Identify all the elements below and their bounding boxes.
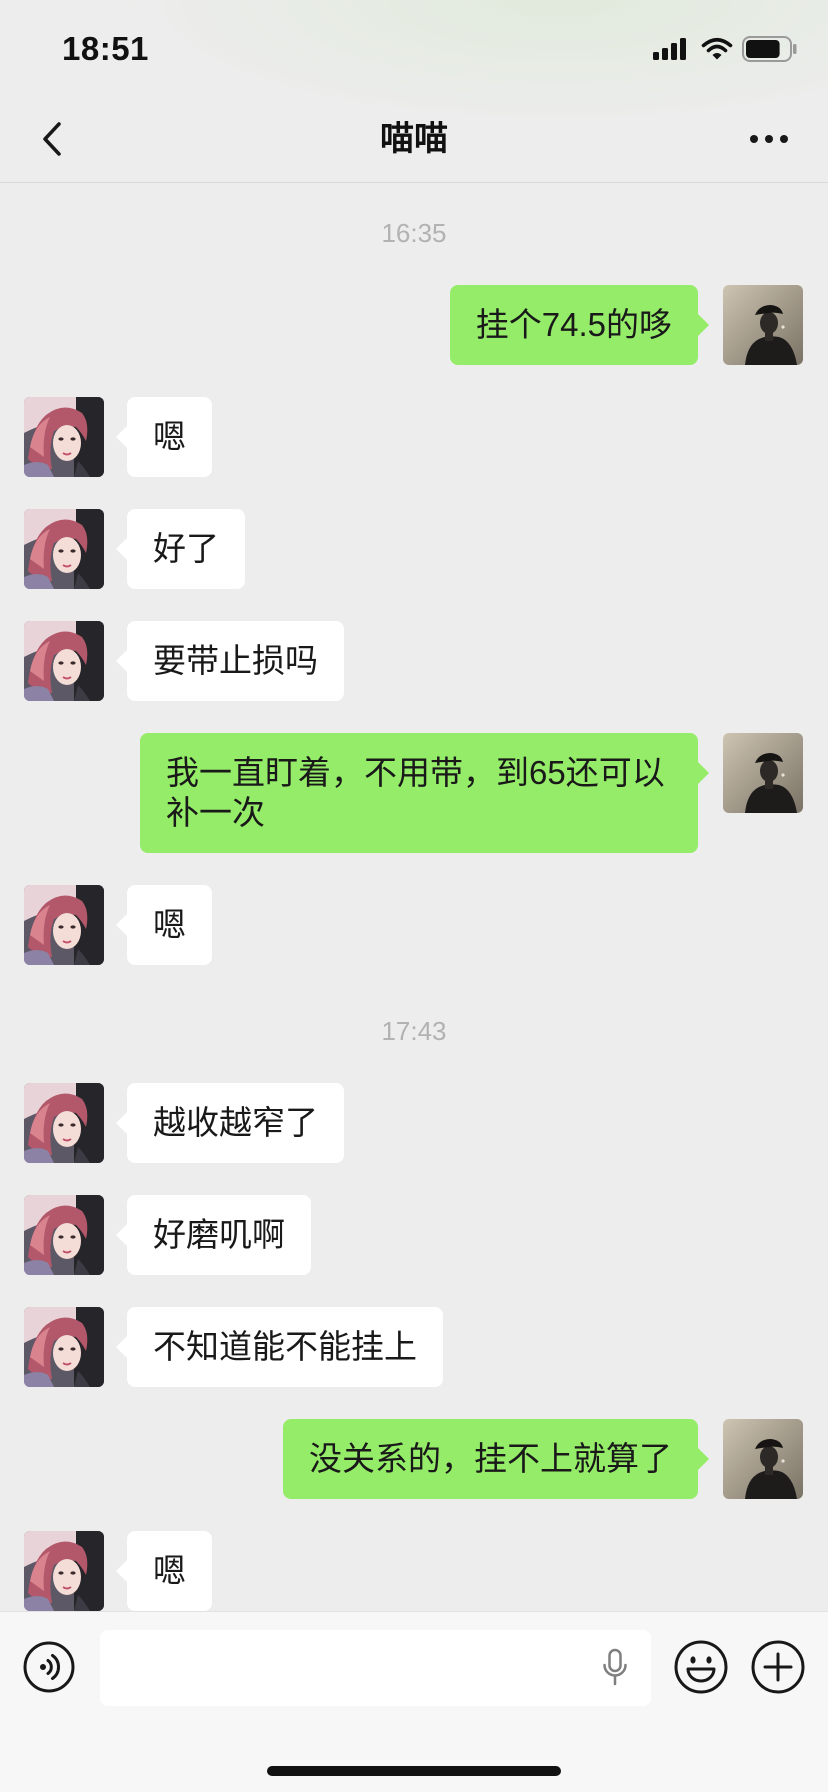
chat-history[interactable]: 16:35 挂个74.5的哆 嗯 好了 要带止损吗 我一直盯着，不用带，到65还… bbox=[0, 183, 828, 1611]
input-bar bbox=[0, 1611, 828, 1792]
message-bubble-incoming[interactable]: 不知道能不能挂上 bbox=[116, 1307, 443, 1387]
chat-title: 喵喵 bbox=[380, 120, 448, 158]
microphone-icon[interactable] bbox=[601, 1648, 629, 1688]
home-indicator[interactable] bbox=[267, 1766, 561, 1776]
message-text: 嗯 bbox=[153, 1552, 186, 1589]
battery-level-fill bbox=[746, 40, 780, 58]
message-bubble-outgoing[interactable]: 我一直盯着，不用带，到65还可以补一次 bbox=[140, 733, 709, 853]
plus-icon[interactable] bbox=[750, 1639, 806, 1695]
message-text: 好磨叽啊 bbox=[153, 1216, 285, 1253]
more-button[interactable] bbox=[744, 121, 794, 157]
message-row-incoming: 要带止损吗 bbox=[0, 621, 828, 701]
message-row-outgoing: 挂个74.5的哆 bbox=[0, 285, 828, 365]
message-bubble-outgoing[interactable]: 没关系的，挂不上就算了 bbox=[283, 1419, 709, 1499]
message-row-incoming: 好了 bbox=[0, 509, 828, 589]
contact-avatar[interactable] bbox=[24, 1531, 104, 1611]
wifi-icon bbox=[701, 37, 733, 60]
my-avatar[interactable] bbox=[723, 1419, 803, 1499]
header: 18:51 喵喵 bbox=[0, 0, 828, 183]
message-row-outgoing: 没关系的，挂不上就算了 bbox=[0, 1419, 828, 1499]
contact-avatar[interactable] bbox=[24, 509, 104, 589]
more-icon bbox=[750, 135, 788, 143]
message-row-incoming: 嗯 bbox=[0, 885, 828, 965]
voice-icon[interactable] bbox=[23, 1641, 75, 1693]
message-bubble-incoming[interactable]: 好了 bbox=[116, 509, 245, 589]
my-avatar[interactable] bbox=[723, 733, 803, 813]
contact-avatar[interactable] bbox=[24, 885, 104, 965]
message-text: 要带止损吗 bbox=[153, 642, 318, 679]
message-input[interactable] bbox=[100, 1630, 580, 1706]
message-text: 不知道能不能挂上 bbox=[153, 1328, 417, 1365]
back-button[interactable] bbox=[34, 115, 70, 163]
message-bubble-incoming[interactable]: 嗯 bbox=[116, 397, 212, 477]
message-text: 没关系的，挂不上就算了 bbox=[309, 1440, 672, 1477]
message-row-incoming: 越收越窄了 bbox=[0, 1083, 828, 1163]
contact-avatar[interactable] bbox=[24, 1307, 104, 1387]
message-text: 好了 bbox=[153, 530, 219, 567]
message-bubble-incoming[interactable]: 要带止损吗 bbox=[116, 621, 344, 701]
message-text: 嗯 bbox=[153, 906, 186, 943]
message-row-incoming: 不知道能不能挂上 bbox=[0, 1307, 828, 1387]
message-bubble-incoming[interactable]: 嗯 bbox=[116, 885, 212, 965]
timestamp: 17:43 bbox=[381, 1016, 447, 1046]
contact-avatar[interactable] bbox=[24, 621, 104, 701]
message-text: 越收越窄了 bbox=[153, 1104, 318, 1141]
message-text: 我一直盯着，不用带，到65还可以补一次 bbox=[166, 754, 665, 831]
message-text: 嗯 bbox=[153, 418, 186, 455]
message-row-outgoing: 我一直盯着，不用带，到65还可以补一次 bbox=[0, 733, 828, 853]
contact-avatar[interactable] bbox=[24, 397, 104, 477]
timestamp: 16:35 bbox=[381, 218, 447, 248]
message-row-incoming: 嗯 bbox=[0, 397, 828, 477]
message-bubble-outgoing[interactable]: 挂个74.5的哆 bbox=[449, 285, 710, 365]
message-bubble-incoming[interactable]: 越收越窄了 bbox=[116, 1083, 344, 1163]
message-row-incoming: 嗯 bbox=[0, 1531, 828, 1611]
battery-icon bbox=[742, 36, 797, 62]
message-bubble-incoming[interactable]: 好磨叽啊 bbox=[116, 1195, 311, 1275]
contact-avatar[interactable] bbox=[24, 1195, 104, 1275]
chevron-left-icon bbox=[43, 122, 61, 156]
message-row-incoming: 好磨叽啊 bbox=[0, 1195, 828, 1275]
status-time: 18:51 bbox=[62, 30, 149, 67]
contact-avatar[interactable] bbox=[24, 1083, 104, 1163]
signal-icon bbox=[653, 38, 686, 60]
my-avatar[interactable] bbox=[723, 285, 803, 365]
message-bubble-incoming[interactable]: 嗯 bbox=[116, 1531, 212, 1611]
emoji-icon[interactable] bbox=[673, 1639, 729, 1695]
message-input-field[interactable] bbox=[100, 1630, 651, 1706]
message-text: 挂个74.5的哆 bbox=[475, 306, 672, 343]
